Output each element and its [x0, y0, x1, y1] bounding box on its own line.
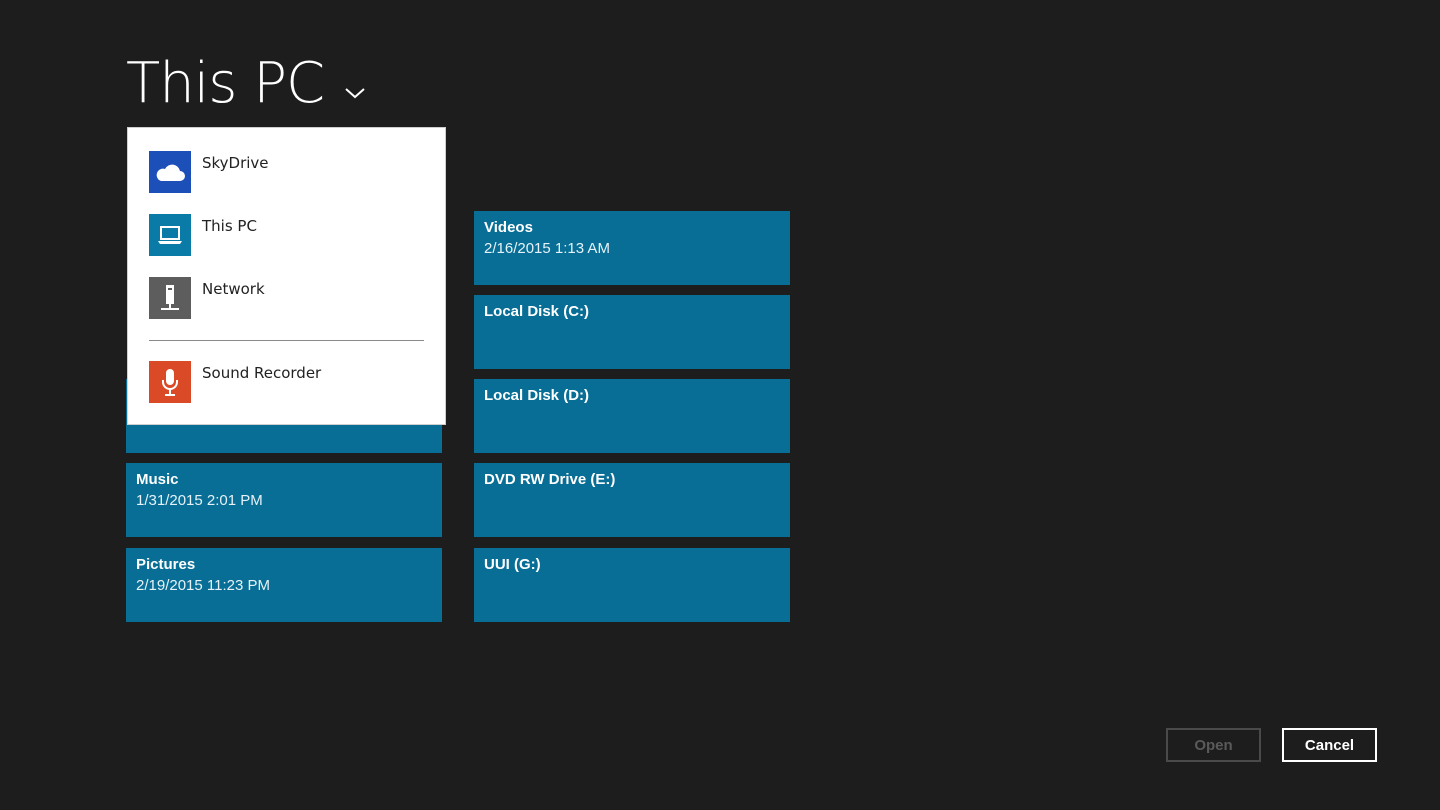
dropdown-item-this-pc[interactable]: This PC	[149, 214, 439, 258]
cancel-button[interactable]: Cancel	[1282, 728, 1377, 762]
folder-tile-music[interactable]: Music 1/31/2015 2:01 PM	[126, 463, 442, 537]
chevron-down-icon[interactable]	[344, 86, 366, 100]
tile-name: Local Disk (C:)	[484, 303, 590, 320]
drive-tile-d[interactable]: Local Disk (D:)	[474, 379, 790, 453]
tile-date: 2/19/2015 11:23 PM	[136, 577, 270, 594]
tile-name: Pictures	[136, 556, 196, 573]
folder-tile-pictures[interactable]: Pictures 2/19/2015 11:23 PM	[126, 548, 442, 622]
dropdown-item-label: This PC	[202, 217, 257, 235]
dropdown-item-label: Sound Recorder	[202, 364, 322, 382]
tile-name: Videos	[484, 219, 533, 236]
dropdown-item-skydrive[interactable]: SkyDrive	[149, 151, 439, 195]
tile-name: DVD RW Drive (E:)	[484, 471, 616, 488]
network-icon	[149, 277, 191, 319]
tile-name: Music	[136, 471, 179, 488]
dropdown-separator	[149, 340, 424, 341]
tile-name: UUI (G:)	[484, 556, 541, 573]
laptop-icon	[149, 214, 191, 256]
dropdown-item-label: SkyDrive	[202, 154, 269, 172]
tile-name: Local Disk (D:)	[484, 387, 590, 404]
microphone-icon	[149, 361, 191, 403]
tile-date: 2/16/2015 1:13 AM	[484, 240, 610, 257]
folder-tile-videos[interactable]: Videos 2/16/2015 1:13 AM	[474, 211, 790, 285]
drive-tile-e[interactable]: DVD RW Drive (E:)	[474, 463, 790, 537]
drive-tile-c[interactable]: Local Disk (C:)	[474, 295, 790, 369]
location-dropdown: SkyDrive This PC Network Sound Recorder	[128, 128, 445, 424]
dropdown-item-label: Network	[202, 280, 265, 298]
dropdown-item-network[interactable]: Network	[149, 277, 439, 321]
page-title[interactable]: This PC	[126, 52, 325, 116]
dropdown-item-sound-recorder[interactable]: Sound Recorder	[149, 361, 439, 405]
tile-date: 1/31/2015 2:01 PM	[136, 492, 263, 509]
location-title[interactable]: This PC	[126, 52, 366, 116]
open-button[interactable]: Open	[1166, 728, 1261, 762]
drive-tile-g[interactable]: UUI (G:)	[474, 548, 790, 622]
cloud-icon	[149, 151, 191, 193]
